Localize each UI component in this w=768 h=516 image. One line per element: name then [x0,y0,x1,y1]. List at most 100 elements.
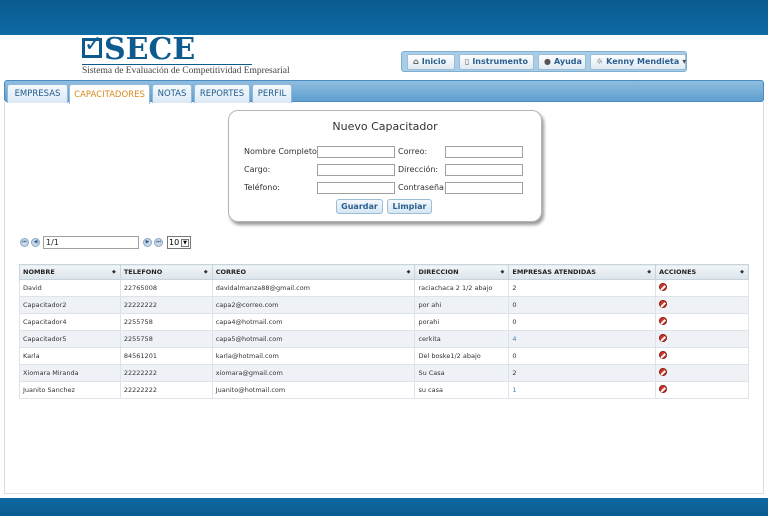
sort-icon: ◆ [500,269,505,275]
table-row[interactable]: Juanito Sanchez 22222222 Juanito@hotmail… [19,381,749,399]
cell-telefono: 22222222 [119,296,213,314]
capacitadores-table: NOMBRE ◆ TELEFONO ◆ CORREO ◆ DIRECCION ◆ EMP… [19,264,749,399]
tab-perfil[interactable]: PERFIL [252,84,292,103]
info-icon: ● [544,57,551,66]
telefono-field[interactable] [317,182,395,194]
last-page-icon[interactable]: ⏭ [154,238,163,247]
cell-empresas: 0 [508,313,657,331]
cell-nombre: Karla [19,347,121,365]
table-header-row: NOMBRE ◆ TELEFONO ◆ CORREO ◆ DIRECCION ◆ EMP… [19,264,749,280]
logo-title: SECE [104,32,196,67]
sece-logo: ✓ SECE Sistema de Evaluación de Competit… [82,32,290,80]
nav-user-label: Kenny Mendieta [606,57,680,66]
nav-inicio-button[interactable]: ⌂ Inicio [407,53,455,70]
nav-ayuda-button[interactable]: ● Ayuda [538,53,586,70]
col-empresas[interactable]: EMPRESAS ATENDIDAS ◆ [508,264,657,280]
col-correo[interactable]: CORREO ◆ [211,264,416,280]
form-title: Nuevo Capacitador [332,120,438,133]
cell-empresas: 4 [508,330,657,348]
cell-correo: karla@hotmail.com [211,347,416,365]
user-icon: ☼ [596,57,604,66]
cell-empresas: 0 [508,347,657,365]
col-acciones[interactable]: ACCIONES ◆ [655,264,749,280]
cell-acciones [655,381,749,399]
cell-empresas: 1 [508,381,657,399]
col-nombre[interactable]: NOMBRE ◆ [19,264,121,280]
col-direccion[interactable]: DIRECCION ◆ [414,264,510,280]
nombre-field[interactable] [317,146,395,158]
cell-correo: capa2@correo.com [211,296,416,314]
cell-acciones [655,364,749,382]
prev-page-icon[interactable]: ◀ [31,238,40,247]
cell-nombre: David [19,279,121,297]
cell-telefono: 22222222 [119,381,213,399]
nav-instrumento-button[interactable]: ▯ Instrumento [458,53,534,70]
nav-user-menu-button[interactable]: ☼ Kenny Mendieta ▾ [590,53,687,70]
main-tabbar: EMPRESAS CAPACITADORES NOTAS REPORTES PE… [4,80,764,104]
cell-nombre: Capacitador2 [19,296,121,314]
table-row[interactable]: Capacitador5 2255758 capa5@hotmail.com c… [19,330,749,348]
cargo-field[interactable] [317,164,395,176]
cell-empresas: 2 [508,279,657,297]
contrasena-field[interactable] [445,182,523,194]
home-icon: ⌂ [413,57,419,66]
nav-inicio-label: Inicio [421,57,447,66]
cell-nombre: Capacitador4 [19,313,121,331]
tab-notas[interactable]: NOTAS [152,84,192,103]
delete-icon[interactable] [659,283,668,291]
delete-icon[interactable] [659,317,668,325]
correo-label: Correo: [398,147,428,156]
delete-icon[interactable] [659,368,668,376]
table-row[interactable]: Xiomara Miranda 22222222 xiomara@gmail.c… [19,364,749,382]
cell-correo: capa4@hotmail.com [211,313,416,331]
bottom-banner [0,498,768,516]
col-empresas-label: EMPRESAS ATENDIDAS [512,268,596,276]
delete-icon[interactable] [659,351,668,359]
guardar-button[interactable]: Guardar [336,199,383,214]
col-correo-label: CORREO [215,268,247,276]
limpiar-button[interactable]: Limpiar [387,199,432,214]
next-page-icon[interactable]: ▶ [143,238,152,247]
col-direccion-label: DIRECCION [418,268,459,276]
direccion-field[interactable] [445,164,523,176]
cell-nombre: Juanito Sanchez [19,381,121,399]
cell-direccion: Del boske1/2 abajo [414,347,510,365]
top-navigation: ⌂ Inicio ▯ Instrumento ● Ayuda ☼ Kenny M… [401,51,687,72]
sort-icon: ◆ [112,269,116,275]
tab-reportes[interactable]: REPORTES [194,84,250,103]
table-row[interactable]: Capacitador4 2255758 capa4@hotmail.com p… [19,313,749,331]
cell-acciones [655,347,749,365]
cell-acciones [655,296,749,314]
tab-empresas[interactable]: EMPRESAS [7,84,68,103]
col-nombre-label: NOMBRE [23,268,55,276]
table-row[interactable]: David 22765008 davidalmanza88@gmail.com … [19,279,749,297]
table-row[interactable]: Capacitador2 22222222 capa2@correo.com p… [19,296,749,314]
cell-direccion: su casa [414,381,510,399]
page-size-select[interactable]: 10 ▼ [167,236,191,249]
col-telefono-label: TELEFONO [123,268,163,276]
logo-subtitle: Sistema de Evaluación de Competitividad … [82,64,290,76]
top-banner [0,0,768,35]
table-row[interactable]: Karla 84561201 karla@hotmail.com Del bos… [19,347,749,365]
cell-empresas: 0 [508,296,657,314]
tab-capacitadores[interactable]: CAPACITADORES [69,84,150,104]
document-icon: ▯ [464,57,470,66]
page-input[interactable]: 1/1 [43,236,139,249]
direccion-label: Dirección: [398,165,439,174]
chevron-down-icon: ▼ [181,239,189,247]
cell-telefono: 22222222 [119,364,213,382]
cell-acciones [655,330,749,348]
chevron-down-icon: ▾ [682,57,687,66]
delete-icon[interactable] [659,334,668,342]
col-telefono[interactable]: TELEFONO ◆ [119,264,213,280]
correo-field[interactable] [445,146,523,158]
telefono-label: Teléfono: [244,183,280,192]
cell-direccion: Su Casa [414,364,510,382]
sort-icon: ◆ [740,269,744,275]
first-page-icon[interactable]: ⏮ [20,238,29,247]
col-acciones-label: ACCIONES [659,268,697,276]
delete-icon[interactable] [659,300,668,308]
sort-icon: ◆ [406,269,411,275]
check-logo-icon: ✓ [84,32,103,57]
delete-icon[interactable] [659,385,668,393]
